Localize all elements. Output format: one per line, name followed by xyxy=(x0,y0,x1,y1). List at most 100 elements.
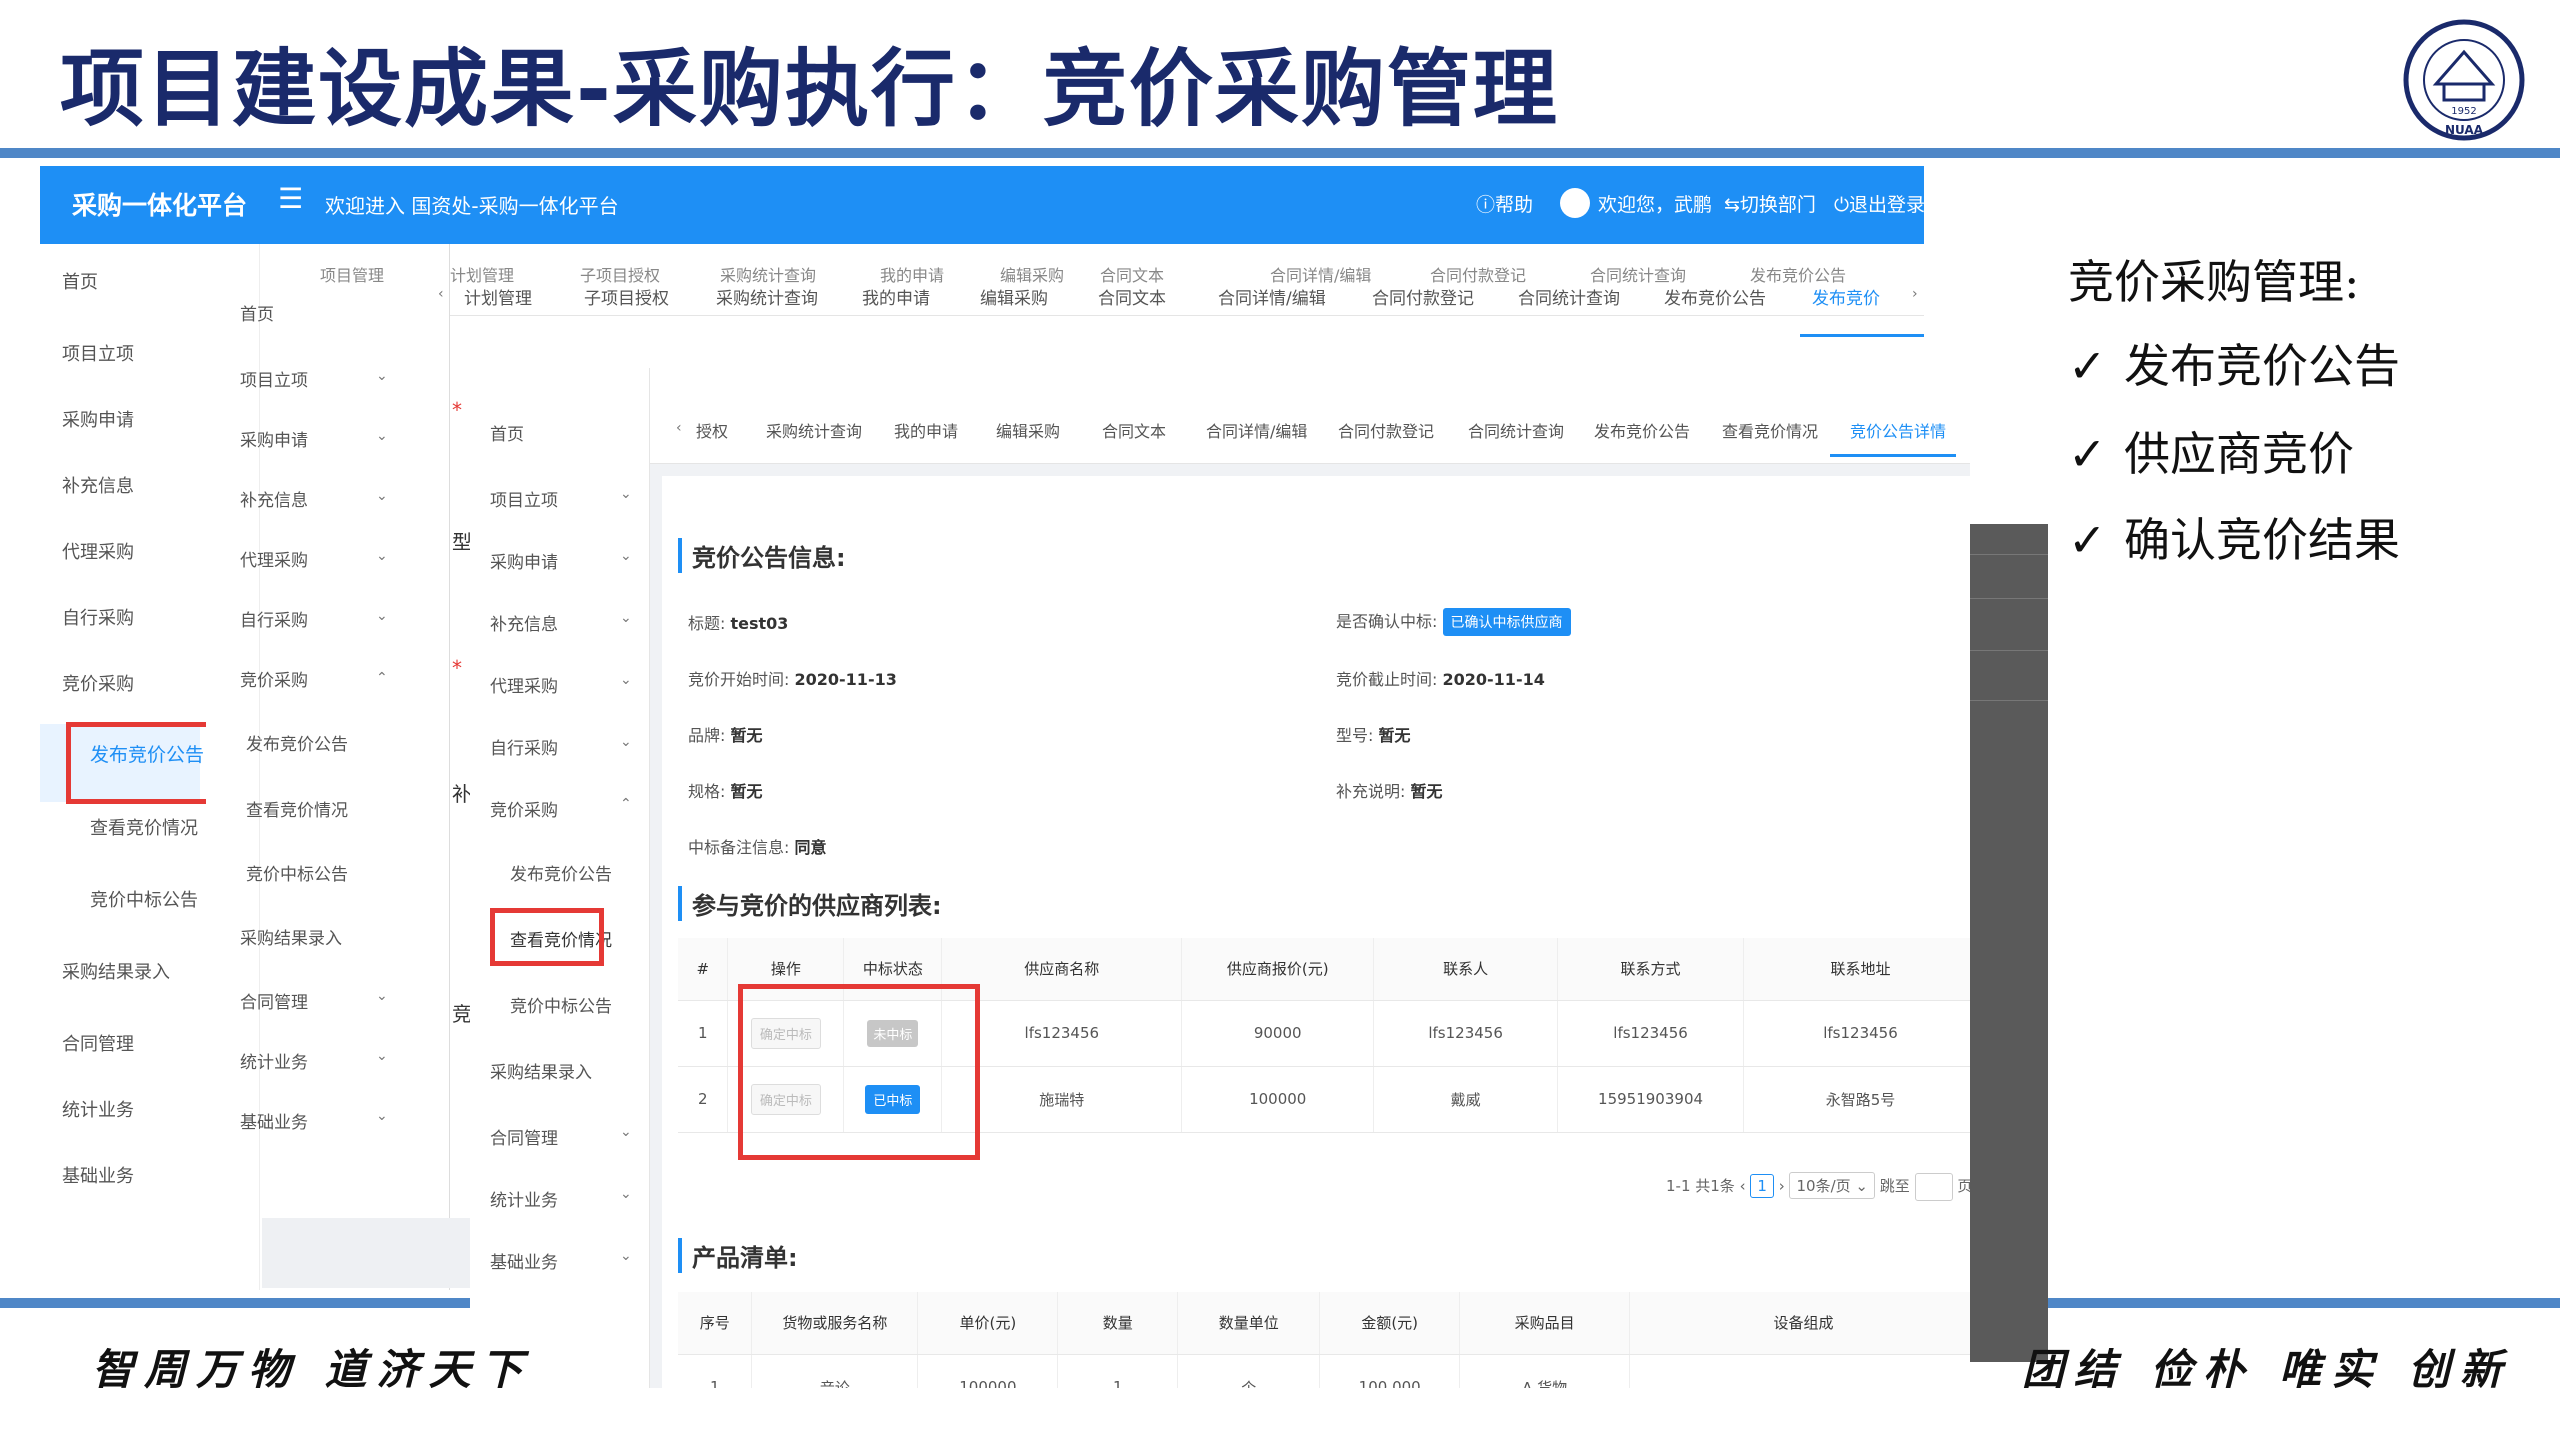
sidebar2-item-contract[interactable]: 合同管理 xyxy=(240,988,308,1013)
tab-contract-text[interactable]: 合同文本 xyxy=(1102,418,1166,442)
sidebar2-item-agent[interactable]: 代理采购 xyxy=(240,546,308,571)
sidebar2-item-home[interactable]: 首页 xyxy=(240,300,274,325)
sidebar2-item-results[interactable]: 采购结果录入 xyxy=(240,924,342,949)
switch-icon: ⇆ xyxy=(1724,194,1740,216)
sidebar2-item-view[interactable]: 查看竞价情况 xyxy=(246,796,348,821)
chevron-left-icon[interactable]: ‹ xyxy=(438,286,444,302)
sidebar-front-self[interactable]: 自行采购 xyxy=(490,734,558,759)
sidebar-item-stats[interactable]: 统计业务 xyxy=(62,1096,134,1122)
sidebar-front-basic[interactable]: 基础业务 xyxy=(490,1248,558,1273)
sidebar2-item-project[interactable]: 项目立项 xyxy=(240,366,308,391)
sidebar2-item-supplement[interactable]: 补充信息 xyxy=(240,486,308,511)
row-index: 1 xyxy=(678,1354,753,1388)
page-size-select[interactable]: 10条/页 ⌄ xyxy=(1789,1172,1875,1199)
tab-contract-pay[interactable]: 合同付款登记 xyxy=(1338,418,1434,442)
sidebar-item-basic[interactable]: 基础业务 xyxy=(62,1162,134,1188)
sidebar-item-agent[interactable]: 代理采购 xyxy=(62,538,134,564)
logout-link[interactable]: ⏻退出登录 xyxy=(1834,190,1924,217)
tab-plan[interactable]: 计划管理 xyxy=(464,284,532,309)
sidebar2-item-bidding[interactable]: 竞价采购 xyxy=(240,666,308,691)
right-panel-heading: 竞价采购管理: xyxy=(2068,255,2360,309)
sidebar-front-publish[interactable]: 发布竞价公告 xyxy=(510,860,612,885)
tab-subproject[interactable]: 子项目授权 xyxy=(584,284,669,309)
pager-page-suffix: 页 xyxy=(1957,1177,1970,1195)
sidebar-item-award-notice[interactable]: 竞价中标公告 xyxy=(90,886,198,912)
tab-contract-pay[interactable]: 合同付款登记 xyxy=(1372,284,1474,309)
tab-my-apply[interactable]: 我的申请 xyxy=(894,418,958,442)
tab-top-partial: 发布竞价公告 xyxy=(1750,266,1847,285)
tab-stat-query[interactable]: 采购统计查询 xyxy=(766,418,862,442)
required-mark: * xyxy=(452,656,462,680)
chevron-down-icon: ⌄ xyxy=(376,608,388,624)
tab-contract-query[interactable]: 合同统计查询 xyxy=(1468,418,1564,442)
sidebar-item-results[interactable]: 采购结果录入 xyxy=(62,958,170,984)
table-header: 联系人 xyxy=(1373,938,1559,1001)
sidebar-front-project[interactable]: 项目立项 xyxy=(490,486,558,511)
sidebar-front-supplement[interactable]: 补充信息 xyxy=(490,610,558,635)
tab-publish-notice[interactable]: 发布竞价公告 xyxy=(1664,284,1766,309)
sidebar-item-contract[interactable]: 合同管理 xyxy=(62,1030,134,1056)
tab-edit-purchase[interactable]: 编辑采购 xyxy=(996,418,1060,442)
row-index: 2 xyxy=(678,1066,729,1133)
sidebar-item-supplement[interactable]: 补充信息 xyxy=(62,472,134,498)
sidebar-item-bidding[interactable]: 竞价采购 xyxy=(62,670,134,696)
chevron-down-icon: ⌄ xyxy=(376,1108,388,1124)
table-header: 设备组成 xyxy=(1629,1292,1970,1355)
list-menu-icon[interactable]: ☰ xyxy=(278,182,303,215)
sidebar-front-home[interactable]: 首页 xyxy=(490,420,524,445)
sidebar-front-stats[interactable]: 统计业务 xyxy=(490,1186,558,1211)
switch-dept-link[interactable]: ⇆切换部门 xyxy=(1724,190,1816,217)
tab-contract-detail[interactable]: 合同详情/编辑 xyxy=(1218,284,1326,309)
tab-top-partial: 我的申请 xyxy=(880,266,945,285)
sidebar-front-results[interactable]: 采购结果录入 xyxy=(490,1058,592,1083)
sidebar-item-apply[interactable]: 采购申请 xyxy=(62,406,134,432)
sidebar-front-apply[interactable]: 采购申请 xyxy=(490,548,558,573)
sidebar-item-home[interactable]: 首页 xyxy=(62,268,98,294)
sidebar2-item-award[interactable]: 竞价中标公告 xyxy=(246,860,348,885)
pager-goto-input[interactable] xyxy=(1914,1172,1953,1201)
pager-page[interactable]: 1 xyxy=(1750,1174,1774,1198)
sidebar2-item-publish[interactable]: 发布竞价公告 xyxy=(246,730,348,755)
tab-top-partial: 计划管理 xyxy=(450,266,515,285)
chevron-right-icon[interactable]: › xyxy=(1912,286,1918,302)
pager-prev[interactable]: ‹ xyxy=(1740,1177,1746,1195)
sidebar-item-view-bids[interactable]: 查看竞价情况 xyxy=(90,814,198,840)
tab-contract-text[interactable]: 合同文本 xyxy=(1098,284,1166,309)
sidebar2-item-self[interactable]: 自行采购 xyxy=(240,606,308,631)
sidebar-front-bidding[interactable]: 竞价采购 xyxy=(490,796,558,821)
pager-next[interactable]: › xyxy=(1779,1177,1785,1195)
table-header: 供应商报价(元) xyxy=(1181,938,1375,1001)
tab-top-partial: 采购统计查询 xyxy=(720,266,817,285)
tab-my-apply[interactable]: 我的申请 xyxy=(862,284,930,309)
sidebar-front-award[interactable]: 竞价中标公告 xyxy=(510,992,612,1017)
tab-auth[interactable]: 授权 xyxy=(696,418,728,442)
table-header: 数量 xyxy=(1057,1292,1179,1355)
highlight-box-publish xyxy=(66,722,206,804)
tab-edit-purchase[interactable]: 编辑采购 xyxy=(980,284,1048,309)
svg-text:NUAA: NUAA xyxy=(2445,123,2484,137)
notice-model-row: 型号: 暂无 xyxy=(1336,726,1411,745)
sidebar-front-agent[interactable]: 代理采购 xyxy=(490,672,558,697)
sidebar2-item-apply[interactable]: 采购申请 xyxy=(240,426,308,451)
table-header: 序号 xyxy=(678,1292,753,1355)
help-link[interactable]: ⓘ帮助 xyxy=(1476,190,1533,217)
notice-start-row: 竞价开始时间: 2020-11-13 xyxy=(688,670,897,689)
row-index: 1 xyxy=(678,1000,729,1067)
tab-contract-detail[interactable]: 合同详情/编辑 xyxy=(1206,418,1307,442)
tab-contract-query[interactable]: 合同统计查询 xyxy=(1518,284,1620,309)
tab-publish-notice[interactable]: 发布竞价公告 xyxy=(1594,418,1690,442)
tab-notice-detail[interactable]: 竞价公告详情 xyxy=(1850,418,1946,442)
avatar[interactable] xyxy=(1560,188,1590,218)
tab-view-bids[interactable]: 查看竞价情况 xyxy=(1722,418,1818,442)
tab-publish-bidding[interactable]: 发布竞价 xyxy=(1812,284,1880,309)
tab-stat-query[interactable]: 采购统计查询 xyxy=(716,284,818,309)
sidebar2-item-basic[interactable]: 基础业务 xyxy=(240,1108,308,1133)
chevron-down-icon: ⌄ xyxy=(376,488,388,504)
sidebar2-item-stats[interactable]: 统计业务 xyxy=(240,1048,308,1073)
form-label-fragment: 补 xyxy=(452,782,472,806)
sidebar-front-contract[interactable]: 合同管理 xyxy=(490,1124,558,1149)
chevron-down-icon: ⌄ xyxy=(376,368,388,384)
sidebar-item-project[interactable]: 项目立项 xyxy=(62,340,134,366)
sidebar-item-self[interactable]: 自行采购 xyxy=(62,604,134,630)
chevron-left-icon[interactable]: ‹ xyxy=(676,420,682,436)
